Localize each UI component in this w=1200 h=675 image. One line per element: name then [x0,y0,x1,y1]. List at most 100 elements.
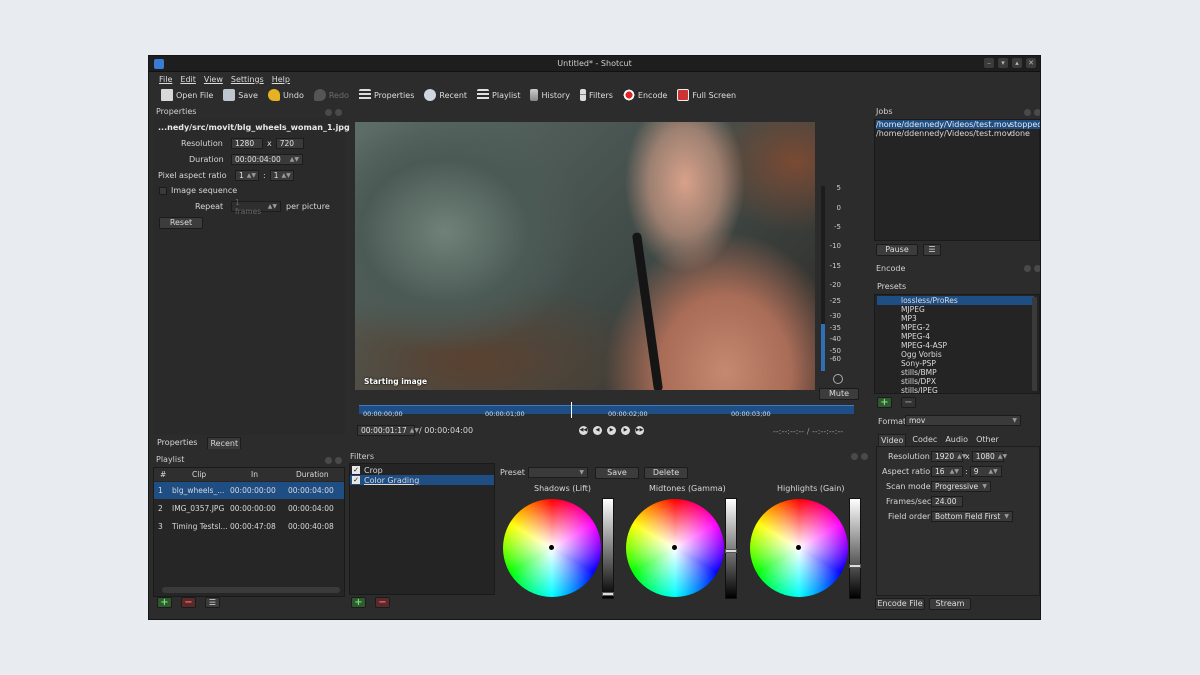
skip-previous-icon[interactable]: ◀◀ [579,426,588,435]
viewer-scrubber[interactable]: 00:00:00;00 00:00:01;00 00:00:02;00 00:0… [359,402,854,420]
table-row[interactable]: 1 blg_wheels_... 00:00:00:00 00:00:04:00 [154,482,344,499]
encode-width-field[interactable]: 1920 ▲▼ [931,451,966,462]
preset-item[interactable]: stills/BMP [877,368,1034,377]
tab-recent[interactable]: Recent [207,437,242,449]
checkbox-checked-icon[interactable]: ✓ [352,466,360,474]
jobs-menu-button[interactable]: ☰ [923,244,941,256]
playlist-remove-button[interactable]: − [181,597,196,608]
menu-edit[interactable]: Edit [180,75,196,84]
save-button[interactable]: Save [223,89,258,101]
playlist-button[interactable]: Playlist [477,89,520,101]
preset-item[interactable]: Ogg Vorbis [877,350,1034,359]
wheel-picker-dot[interactable] [796,545,801,550]
filters-button[interactable]: Filters [579,89,613,101]
maximize-icon[interactable]: ▴ [1012,58,1022,68]
preset-item[interactable]: MP3 [877,314,1034,323]
duration-field[interactable]: 00:00:04:00 ▲▼ [231,154,303,165]
highlights-color-wheel[interactable] [750,499,848,597]
preset-delete-button[interactable]: Delete [644,467,688,479]
properties-button[interactable]: Properties [358,89,414,101]
fps-field[interactable]: 24.00 [931,496,963,507]
highlights-level-slider[interactable] [849,498,861,599]
current-timecode-field[interactable]: 00:00:01:17 ▲▼ [357,425,419,436]
recent-button[interactable]: Recent [424,89,467,101]
encode-height-field[interactable]: 1080 ▲▼ [971,451,1007,462]
open-file-button[interactable]: Open File [161,89,213,101]
undo-button[interactable]: Undo [267,89,304,101]
preset-item[interactable]: MPEG-4-ASP [877,341,1034,350]
tab-video[interactable]: Video [878,434,907,446]
tab-other[interactable]: Other [974,434,1001,446]
format-dropdown[interactable]: mov ▼ [905,415,1021,426]
close-icon[interactable] [335,109,342,116]
preset-item[interactable]: Sony-PSP [877,359,1034,368]
playlist-scrollbar[interactable] [162,587,340,593]
close-icon[interactable]: ✕ [1026,58,1036,68]
job-row[interactable]: /home/ddennedy/Videos/test.mov stopped [876,120,1040,129]
aspect-width-field[interactable]: 16 ▲▼ [931,466,963,477]
preset-item[interactable]: lossless/ProRes [877,296,1034,305]
presets-scrollbar[interactable] [1032,297,1037,391]
preset-dropdown[interactable]: ▼ [528,467,588,478]
repeat-field[interactable]: 1 frames ▲▼ [231,198,281,216]
pause-button[interactable]: Pause [876,244,918,256]
preset-item[interactable]: MPEG-4 [877,332,1034,341]
midtones-color-wheel[interactable] [626,499,724,597]
encode-file-button[interactable]: Encode File [875,598,925,610]
par-numerator-field[interactable]: 1 ▲▼ [235,170,259,181]
shadows-color-wheel[interactable] [503,499,601,597]
slider-handle[interactable] [849,564,861,568]
playlist-menu-button[interactable]: ☰ [205,597,220,608]
preset-add-button[interactable]: + [877,397,892,408]
slider-handle[interactable] [725,549,737,553]
checkbox-checked-icon[interactable]: ✓ [352,476,360,484]
float-icon[interactable] [1024,109,1031,116]
rewind-icon[interactable]: ◀ [593,426,602,435]
tab-properties[interactable]: Properties [155,437,199,449]
image-sequence-checkbox[interactable] [159,186,167,195]
shadows-level-slider[interactable] [602,498,614,599]
resolution-width-field[interactable]: 1280 [231,138,263,149]
fullscreen-button[interactable]: Full Screen [677,89,736,101]
preset-item[interactable]: MJPEG [877,305,1034,314]
stream-button[interactable]: Stream [929,598,971,610]
table-row[interactable]: 2 IMG_0357.JPG 00:00:00:00 00:00:04:00 [154,500,344,517]
redo-button[interactable]: Redo [313,89,349,101]
menu-file[interactable]: File [159,75,172,84]
preset-save-button[interactable]: Save [595,467,639,479]
mute-button[interactable]: Mute [819,388,859,400]
filter-item[interactable]: ✓ Crop [352,465,494,475]
wheel-picker-dot[interactable] [549,545,554,550]
preset-remove-button[interactable]: − [901,397,916,408]
video-viewer[interactable]: Starting image [355,122,815,390]
par-denominator-field[interactable]: 1 ▲▼ [269,170,294,181]
close-icon[interactable] [1034,265,1040,272]
wheel-picker-dot[interactable] [672,545,677,550]
menu-view[interactable]: View [204,75,223,84]
preset-item[interactable]: stills/DPX [877,377,1034,386]
field-order-dropdown[interactable]: Bottom Field First ▼ [931,511,1013,522]
minimize-icon[interactable]: – [984,58,994,68]
resolution-height-field[interactable]: 720 [275,138,304,149]
filter-add-button[interactable]: + [351,597,366,608]
reset-button[interactable]: Reset [159,217,203,229]
playlist-add-button[interactable]: + [157,597,172,608]
tab-audio[interactable]: Audio [943,434,970,446]
float-icon[interactable] [325,457,332,464]
midtones-level-slider[interactable] [725,498,737,599]
table-row[interactable]: 3 Timing Testsl... 00:00:47:08 00:00:40:… [154,518,344,535]
menu-settings[interactable]: Settings [231,75,264,84]
scan-mode-dropdown[interactable]: Progressive ▼ [931,481,991,492]
shade-down-icon[interactable]: ▾ [998,58,1008,68]
float-icon[interactable] [325,109,332,116]
encode-button[interactable]: Encode [622,89,667,101]
float-icon[interactable] [851,453,858,460]
skip-next-icon[interactable]: ▶▶ [635,426,644,435]
preset-item[interactable]: MPEG-2 [877,323,1034,332]
playhead-marker[interactable] [571,402,572,418]
filter-remove-button[interactable]: − [375,597,390,608]
meter-dial-icon[interactable] [833,374,843,384]
menu-help[interactable]: Help [272,75,290,84]
close-icon[interactable] [861,453,868,460]
play-icon[interactable]: ▶ [607,426,616,435]
